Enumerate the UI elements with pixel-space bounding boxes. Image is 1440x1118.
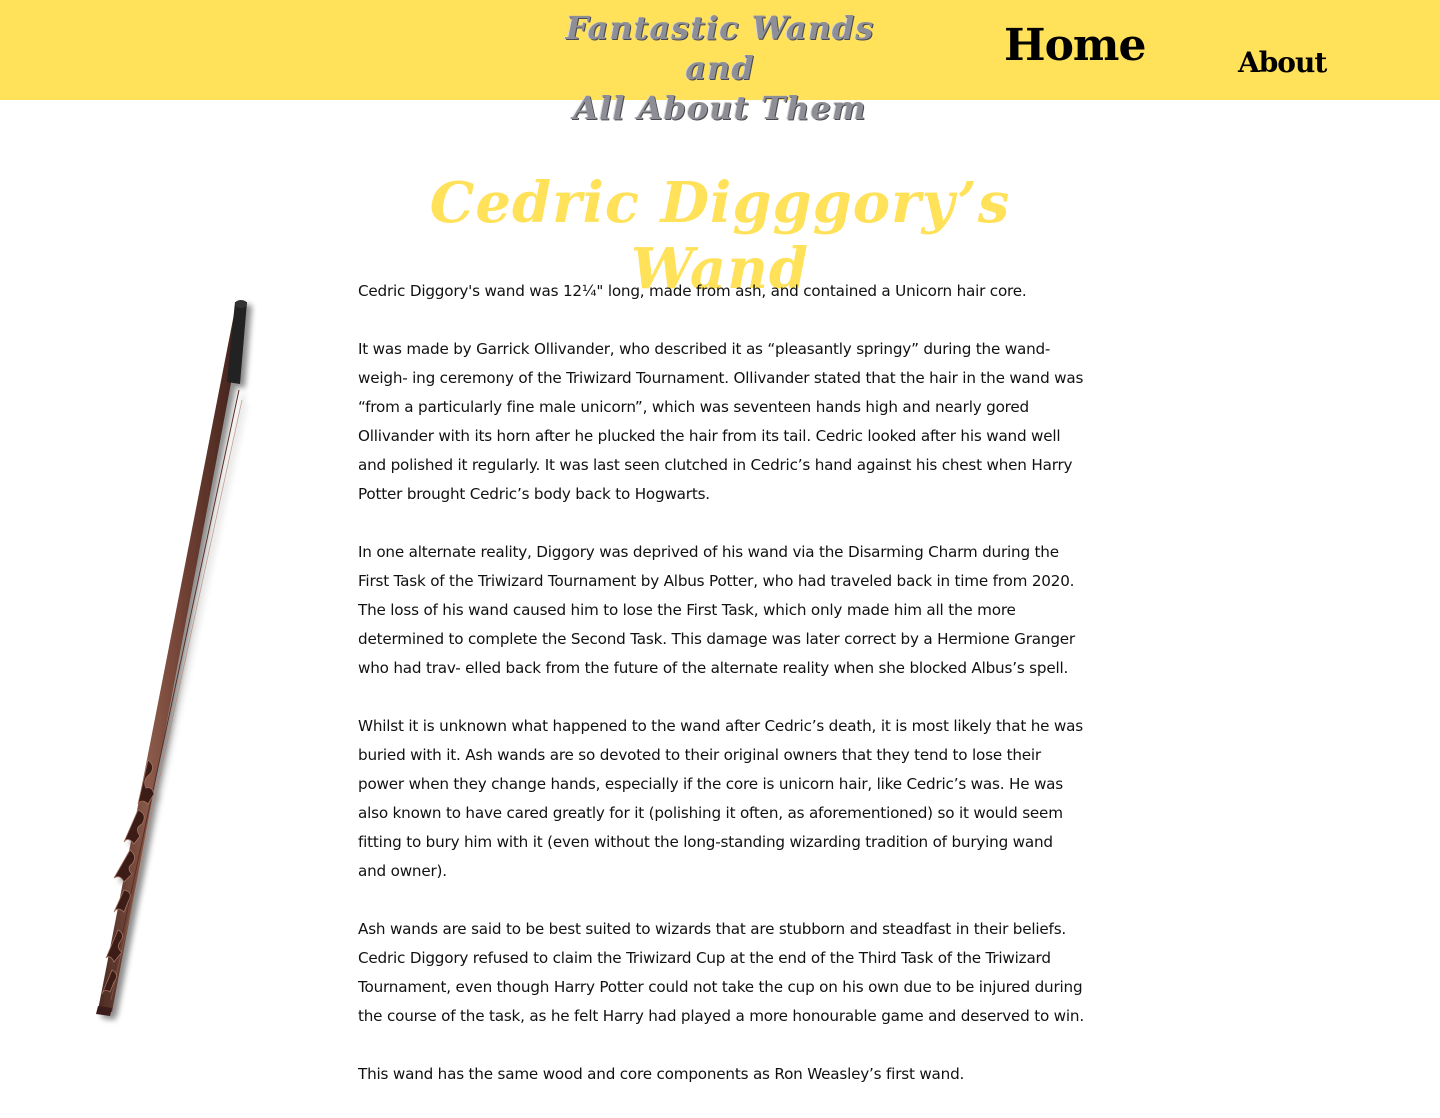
article-paragraph: In one alternate reality, Diggory was de… <box>358 543 1075 677</box>
nav-home-link[interactable]: Home <box>1004 20 1146 71</box>
article-paragraph: This wand has the same wood and core com… <box>358 1065 965 1083</box>
article-body: Cedric Diggory's wand was 12¼" long, mad… <box>358 277 1084 1118</box>
article-paragraph: Whilst it is unknown what happened to th… <box>358 717 1083 880</box>
site-header: Fantastic Wands and All About Them Home … <box>0 0 1440 127</box>
site-title-line1: Fantastic Wands and <box>565 9 875 87</box>
wand-image <box>80 290 270 1030</box>
site-title-line2: All About Them <box>573 89 867 127</box>
article-paragraph: Ash wands are said to be best suited to … <box>358 920 1084 1025</box>
article-paragraph: It was made by Garrick Ollivander, who d… <box>358 340 1084 503</box>
nav-about-link[interactable]: About <box>1238 46 1327 79</box>
article-paragraph: Cedric Diggory's wand was 12¼" long, mad… <box>358 282 1027 300</box>
site-title-logo[interactable]: Fantastic Wands and All About Them <box>560 8 880 128</box>
